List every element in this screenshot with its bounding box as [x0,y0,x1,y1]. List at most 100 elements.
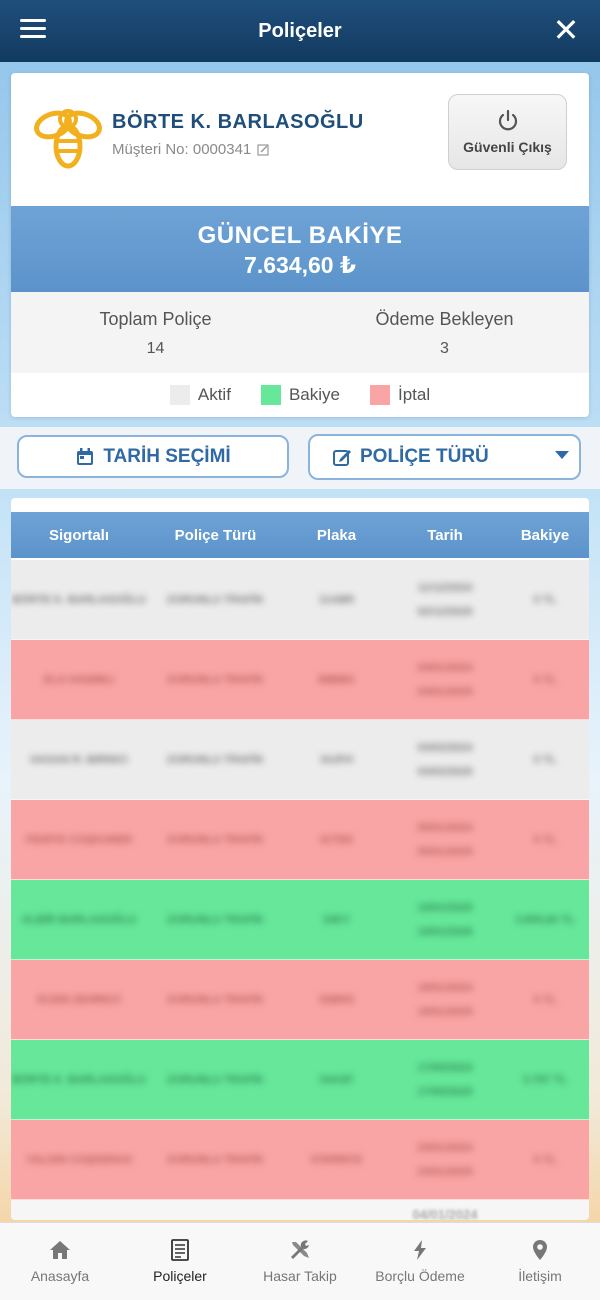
cell-balance: 3.787 TL [522,1073,568,1086]
customer-number-row: Müşteri No: 0000341 [112,141,269,158]
legend-item-bakiye: Bakiye [260,385,340,405]
bee-logo-icon [34,109,102,169]
cell-insured: HASAN R. BIRINCI [30,753,128,766]
legend-swatch [369,385,390,405]
cell-plate: 34JFH [319,753,354,766]
balance-panel: GÜNCEL BAKİYE 7.634,60 ₺ [11,206,589,292]
cell-balance: 0 TL [533,593,557,606]
date-filter-button[interactable]: TARİH SEÇİMİ [17,435,289,478]
customer-name: BÖRTE K. BARLASOĞLU [112,111,364,133]
stat-label: Ödeme Bekleyen [375,309,514,329]
balance-value: 7.634,60 ₺ [244,252,356,278]
policy-type-dropdown[interactable]: POLİÇE TÜRÜ [308,434,581,480]
page-title: Poliçeler [258,19,342,42]
legend-label: Aktif [197,385,231,404]
cell-insured: ALBİR BARLASOĞLU [21,913,137,926]
cell-policy-type: ZORUNLU TRAFİK [166,833,265,846]
cell-balance: 0 TL [533,833,557,846]
cell-date: 11/12/2024 02/12/2025 [417,581,473,618]
close-icon[interactable]: ✕ [550,14,582,46]
logout-button[interactable]: Güvenli Çıkış [448,94,567,170]
cell-plate: 11ABR [318,593,355,606]
cell-policy-type: ZORUNLU TRAFİK [166,1073,265,1086]
cell-plate: 41TEK [319,833,354,846]
cell-policy-type: ZORUNLU TRAFİK [166,593,265,606]
nav-item-contact[interactable]: İletişim [480,1223,600,1300]
cell-date: 04/01/2024 [412,1206,478,1221]
cell-policy-type: ZORUNLU TRAFİK [166,753,265,766]
cell-balance: 0 TL [533,753,557,766]
cell-policy-type: ZORUNLU TRAFİK [166,993,265,1006]
edit-icon[interactable] [257,143,269,156]
balance-label: GÜNCEL BAKİYE [197,222,403,249]
table-row[interactable]: HASAN R. BIRINCI ZORUNLU TRAFİK 34JFH 03… [11,720,589,800]
logout-label: Güvenli Çıkış [463,139,552,155]
cell-date: 03/02/2024 03/02/2025 [417,741,473,778]
column-header[interactable]: Tarih [389,527,501,544]
lightning-icon [414,1240,426,1260]
cell-balance: 3.805,60 TL [515,913,575,926]
table-row[interactable]: BÖRTE K. BARLASOĞLU ZORUNLU TRAFİK 34ASF… [11,1040,589,1120]
nav-label: Anasayfa [30,1268,90,1284]
policy-type-label: POLİÇE TÜRÜ [360,446,489,467]
legend-swatch [260,385,281,405]
stat-total-policies: Toplam Poliçe 14 [11,292,300,373]
nav-item-home[interactable]: Anasayfa [0,1223,120,1300]
cell-balance: 0 TL [533,673,557,686]
cell-insured: BÖRTE K. BARLASOĞLU [12,1073,146,1086]
column-header[interactable]: Poliçe Türü [147,527,284,544]
column-header[interactable]: Plaka [284,527,389,544]
table-row[interactable]: ECEM ZEHRECİ ZORUNLU TRAFİK 32BRS 18/01/… [11,960,589,1040]
cell-plate: 34KY [322,913,351,926]
policy-table: Sigortalı Poliçe Türü Plaka Tarih Bakiye… [11,498,589,1220]
cell-date: 05/01/2024 05/01/2025 [417,821,473,858]
cell-date: 10/01/2025 10/01/2026 [417,901,473,938]
nav-label: İletişim [518,1268,562,1284]
nav-item-debtor-payment[interactable]: Borçlu Ödeme [360,1223,480,1300]
stat-label: Toplam Poliçe [99,309,212,329]
cell-balance: 0 TL [533,993,557,1006]
column-header[interactable]: Sigortalı [11,527,147,544]
nav-label: Borçlu Ödeme [375,1268,465,1284]
profile-card: BÖRTE K. BARLASOĞLU Müşteri No: 0000341 … [11,73,589,417]
location-icon [533,1240,547,1260]
document-icon [171,1239,189,1261]
tools-icon [291,1240,309,1259]
table-row[interactable]: BÖRTE K. BARLASOĞLU ZORUNLU TRAFİK 11ABR… [11,560,589,640]
column-header[interactable]: Bakiye [501,527,589,544]
legend-label: Bakiye [288,385,340,404]
table-row[interactable]: ELA HANIMLI ZORUNLU TRAFİK 88BBG 04/01/2… [11,640,589,720]
cell-insured: BÖRTE K. BARLASOĞLU [12,593,146,606]
nav-item-policies[interactable]: Poliçeler [120,1223,240,1300]
legend-item-aktif: Aktif [169,385,231,405]
cell-policy-type: ZORUNLU TRAFİK [166,1153,265,1166]
stats-panel: Toplam Poliçe 14 Ödeme Bekleyen 3 [11,292,589,373]
cell-insured: YALGIN COŞKERAS [26,1153,132,1166]
status-legend: Aktif Bakiye İptal [11,373,589,417]
legend-label: İptal [397,385,431,404]
cell-date: 24/01/2024 24/01/2025 [417,1141,473,1178]
table-row[interactable]: 04/01/2024 [11,1200,589,1220]
cell-plate: 32BRS [318,993,355,1006]
cell-policy-type: ZORUNLU TRAFİK [166,913,265,926]
filter-bar: TARİH SEÇİMİ POLİÇE TÜRÜ [0,427,600,489]
table-row[interactable]: FEHİYE COŞKUNER ZORUNLU TRAFİK 41TEK 05/… [11,800,589,880]
profile-section: BÖRTE K. BARLASOĞLU Müşteri No: 0000341 … [11,73,589,206]
nav-label: Poliçeler [153,1268,207,1284]
menu-icon[interactable] [20,19,46,43]
home-icon [50,1241,70,1259]
table-header: Sigortalı Poliçe Türü Plaka Tarih Bakiye [11,512,589,558]
table-row[interactable]: ALBİR BARLASOĞLU ZORUNLU TRAFİK 34KY 10/… [11,880,589,960]
customer-number: Müşteri No: 0000341 [112,141,252,158]
cell-date: 17/05/2024 17/05/2025 [417,1061,473,1098]
legend-swatch [169,385,190,405]
nav-label: Hasar Takip [263,1268,337,1284]
cell-plate: 88BBG [318,673,355,686]
edit-square-icon [333,450,351,466]
nav-item-claim-tracking[interactable]: Hasar Takip [240,1223,360,1300]
stat-pending-payment: Ödeme Bekleyen 3 [300,292,589,373]
power-icon [498,109,517,131]
calendar-icon [77,447,94,465]
table-row[interactable]: YALGIN COŞKERAS ZORUNLU TRAFİK 07ERMYE 2… [11,1120,589,1200]
cell-insured: FEHİYE COŞKUNER [26,833,132,846]
